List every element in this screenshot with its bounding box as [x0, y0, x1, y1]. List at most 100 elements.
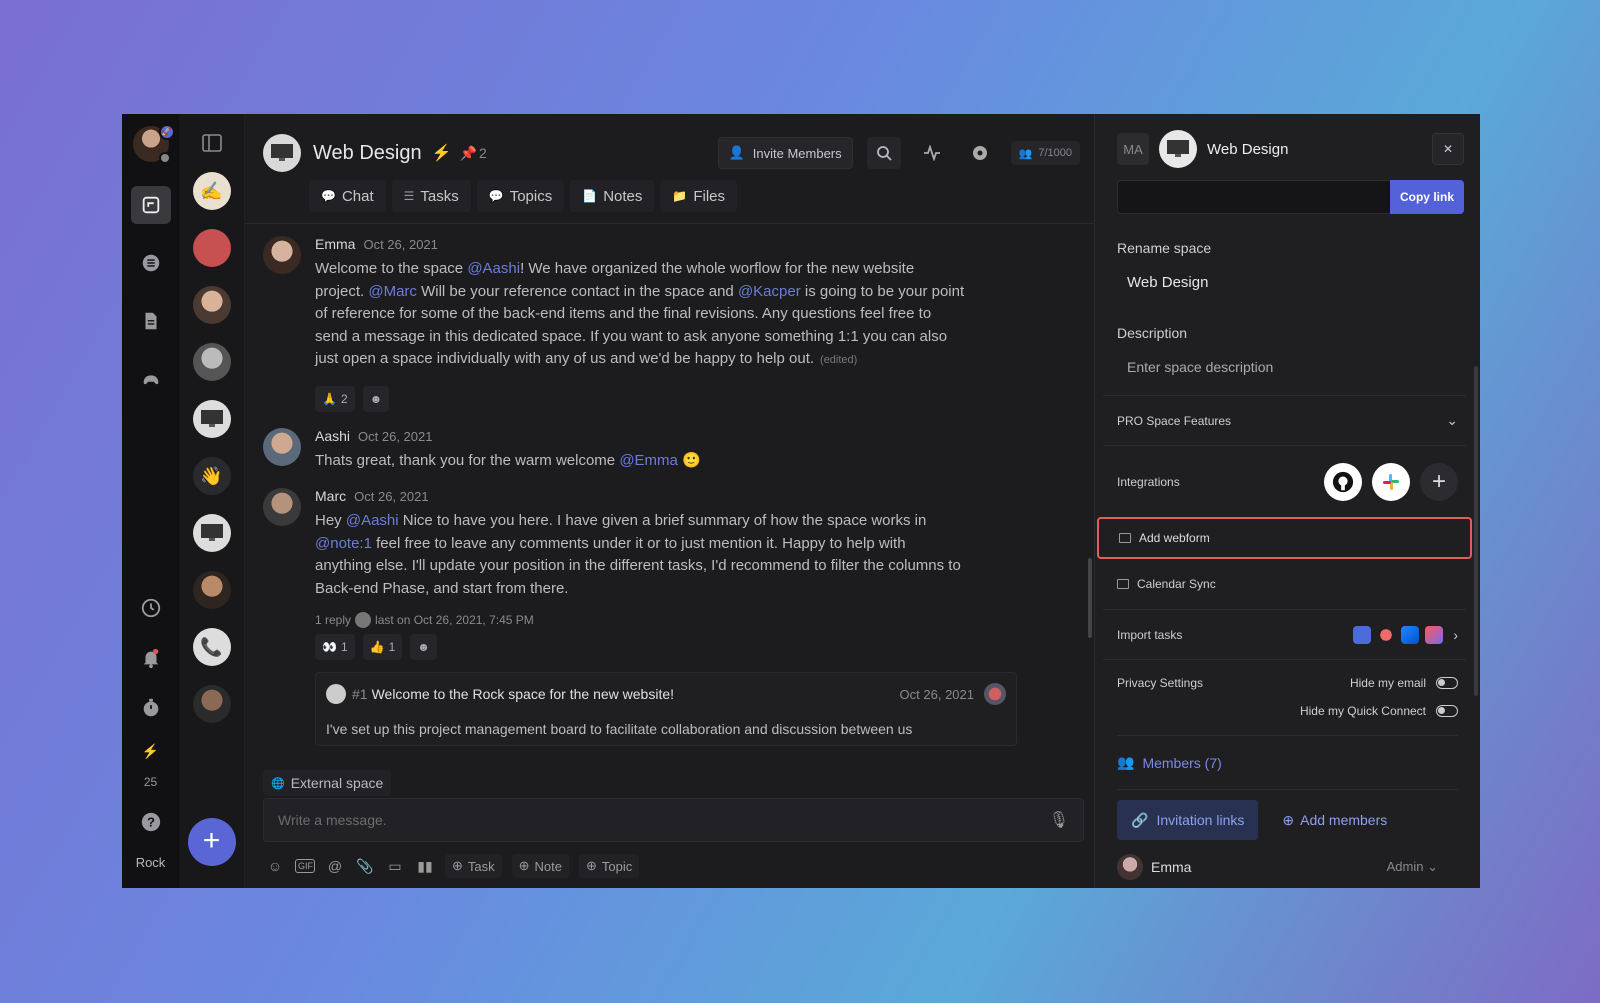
mention[interactable]: @Marc	[368, 283, 417, 300]
tab-chat[interactable]: 💬 Chat	[309, 180, 386, 212]
rocket-badge-icon: 🚀	[158, 124, 175, 140]
copy-link-button[interactable]: Copy link	[1390, 180, 1464, 214]
space-item-wave[interactable]: 👋	[192, 457, 231, 495]
calendar-sync-row[interactable]: Calendar Sync	[1103, 559, 1466, 609]
pro-features-row[interactable]: PRO Space Features ⌄	[1103, 395, 1466, 445]
message-emma: Emma Oct 26, 2021 Welcome to the space @A…	[263, 236, 1078, 412]
tasks-nav-button[interactable]	[131, 244, 171, 282]
space-item-person-1[interactable]	[192, 286, 231, 324]
thread-reply-info[interactable]: 1 reply last on Oct 26, 2021, 7:45 PM	[315, 612, 965, 628]
add-members-button[interactable]: ⊕ Add members	[1282, 812, 1387, 829]
message-input[interactable]	[278, 812, 1049, 828]
space-item-writing[interactable]: ✍️	[192, 172, 231, 210]
space-item-phone[interactable]: 📞	[192, 628, 231, 666]
member-role-dropdown[interactable]: Admin ⌄	[1387, 859, 1438, 875]
reaction-thumbs-up[interactable]: 👍 1	[362, 634, 403, 660]
add-reaction-button[interactable]: ☻	[362, 385, 390, 412]
mention[interactable]: @Kacper	[738, 283, 801, 300]
pin-icon[interactable]: 📌	[460, 145, 477, 162]
sidebar-toggle-button[interactable]	[195, 126, 229, 160]
space-avatar[interactable]	[1159, 130, 1197, 168]
space-item-web-design[interactable]	[178, 505, 245, 561]
attachment-icon[interactable]: 📎	[355, 858, 375, 875]
chat-main: Web Design ⚡ 📌 2 👤 Invite Members 👥 7/10…	[245, 114, 1095, 888]
note-preview-card[interactable]: #1 Welcome to the Rock space for the new…	[315, 672, 1017, 746]
author-name[interactable]: Aashi	[315, 428, 350, 444]
phone-icon: 📞	[200, 636, 223, 657]
create-topic-button[interactable]: ⊕ Topic	[579, 854, 640, 878]
tab-topics[interactable]: 💬 Topics	[476, 180, 565, 212]
bolt-icon: ⚡	[431, 145, 452, 162]
tab-notes[interactable]: 📄 Notes	[570, 180, 655, 212]
add-integration-button[interactable]: +	[1420, 462, 1458, 501]
notifications-button[interactable]	[131, 639, 171, 677]
search-icon	[876, 146, 892, 161]
pray-icon: 🙏	[322, 391, 337, 406]
hide-quick-connect-toggle[interactable]	[1436, 705, 1458, 717]
spaces-nav-button[interactable]	[130, 186, 171, 224]
create-note-button[interactable]: ⊕ Note	[511, 854, 570, 878]
add-reaction-button[interactable]: ☻	[410, 634, 437, 660]
github-icon[interactable]	[1324, 462, 1362, 501]
tab-tasks[interactable]: ☰ Tasks	[391, 180, 471, 212]
topic-icon: 💬	[488, 189, 504, 203]
mention[interactable]: @Aashi	[346, 512, 399, 529]
quick-actions-button[interactable]: ⚡	[131, 739, 171, 763]
mention[interactable]: @note:1	[315, 535, 372, 552]
activity-button[interactable]	[915, 137, 949, 169]
space-item-person-4[interactable]	[192, 685, 231, 723]
slack-icon[interactable]	[1372, 462, 1410, 501]
space-item-person-3[interactable]	[192, 571, 231, 609]
gear-icon	[972, 146, 987, 160]
space-item-team[interactable]	[192, 229, 231, 267]
add-webform-button[interactable]: Add webform	[1097, 517, 1472, 559]
user-avatar[interactable]: 🚀	[132, 124, 175, 164]
invite-members-button[interactable]: 👤 Invite Members	[717, 137, 853, 169]
notes-nav-button[interactable]	[131, 302, 171, 340]
panel-scrollbar[interactable]	[1474, 366, 1478, 696]
scrollbar[interactable]	[1088, 558, 1092, 638]
add-space-button[interactable]: +	[187, 818, 236, 866]
mention[interactable]: @Aashi	[467, 260, 520, 277]
rename-input[interactable]: Web Design	[1127, 274, 1458, 291]
search-button[interactable]	[866, 137, 901, 169]
games-nav-button[interactable]	[131, 360, 171, 398]
composer-toolbar: ☺ GIF @ 📎 ▭ ▮▮ ⊕ Task ⊕ Note ⊕ Topic	[265, 854, 640, 878]
video-icon[interactable]: ▭	[385, 858, 405, 875]
author-name[interactable]: Emma	[315, 236, 355, 252]
space-item-desktop[interactable]	[192, 400, 231, 438]
reaction-eyes[interactable]: 👀 1	[315, 634, 355, 660]
reaction-pray[interactable]: 🙏 2	[315, 385, 355, 412]
tab-files[interactable]: 📁 Files	[660, 180, 737, 212]
settings-button[interactable]	[963, 137, 997, 169]
invitation-links-button[interactable]: 🔗 Invitation links	[1117, 800, 1259, 840]
timer-button[interactable]	[131, 689, 171, 727]
privacy-settings-row: Privacy Settings Hide my email Hide my Q…	[1103, 659, 1466, 735]
avatar[interactable]	[263, 236, 301, 274]
hide-quick-connect-label: Hide my Quick Connect	[1299, 704, 1426, 718]
space-item-person-2[interactable]	[192, 343, 231, 381]
space-avatar[interactable]	[263, 134, 301, 172]
avatar[interactable]	[263, 427, 301, 466]
emoji-icon[interactable]: ☺	[265, 858, 285, 874]
hide-email-toggle[interactable]	[1436, 677, 1458, 689]
import-tasks-row[interactable]: Import tasks ›	[1103, 609, 1466, 659]
avatar[interactable]	[263, 488, 301, 526]
poll-icon[interactable]: ▮▮	[415, 858, 435, 875]
history-button[interactable]	[131, 589, 171, 627]
chat-bubble-icon: 💬	[321, 189, 336, 203]
share-link-input[interactable]	[1117, 180, 1390, 214]
avatar[interactable]	[1117, 854, 1143, 880]
members-header[interactable]: 👥 Members (7)	[1117, 735, 1458, 790]
members-count-pill[interactable]: 👥 7/1000	[1010, 141, 1080, 165]
close-button[interactable]: ✕	[1432, 133, 1464, 165]
mention-icon[interactable]: @	[325, 858, 345, 874]
description-input[interactable]: Enter space description	[1127, 359, 1458, 375]
help-button[interactable]: ?	[131, 803, 171, 841]
microphone-icon[interactable]: 🎙	[1049, 810, 1069, 830]
note-excerpt: I've set up this project management boar…	[326, 721, 913, 737]
mention[interactable]: @Emma	[619, 452, 678, 469]
create-task-button[interactable]: ⊕ Task	[445, 854, 502, 878]
author-name[interactable]: Marc	[315, 488, 346, 504]
gif-icon[interactable]: GIF	[295, 859, 315, 873]
